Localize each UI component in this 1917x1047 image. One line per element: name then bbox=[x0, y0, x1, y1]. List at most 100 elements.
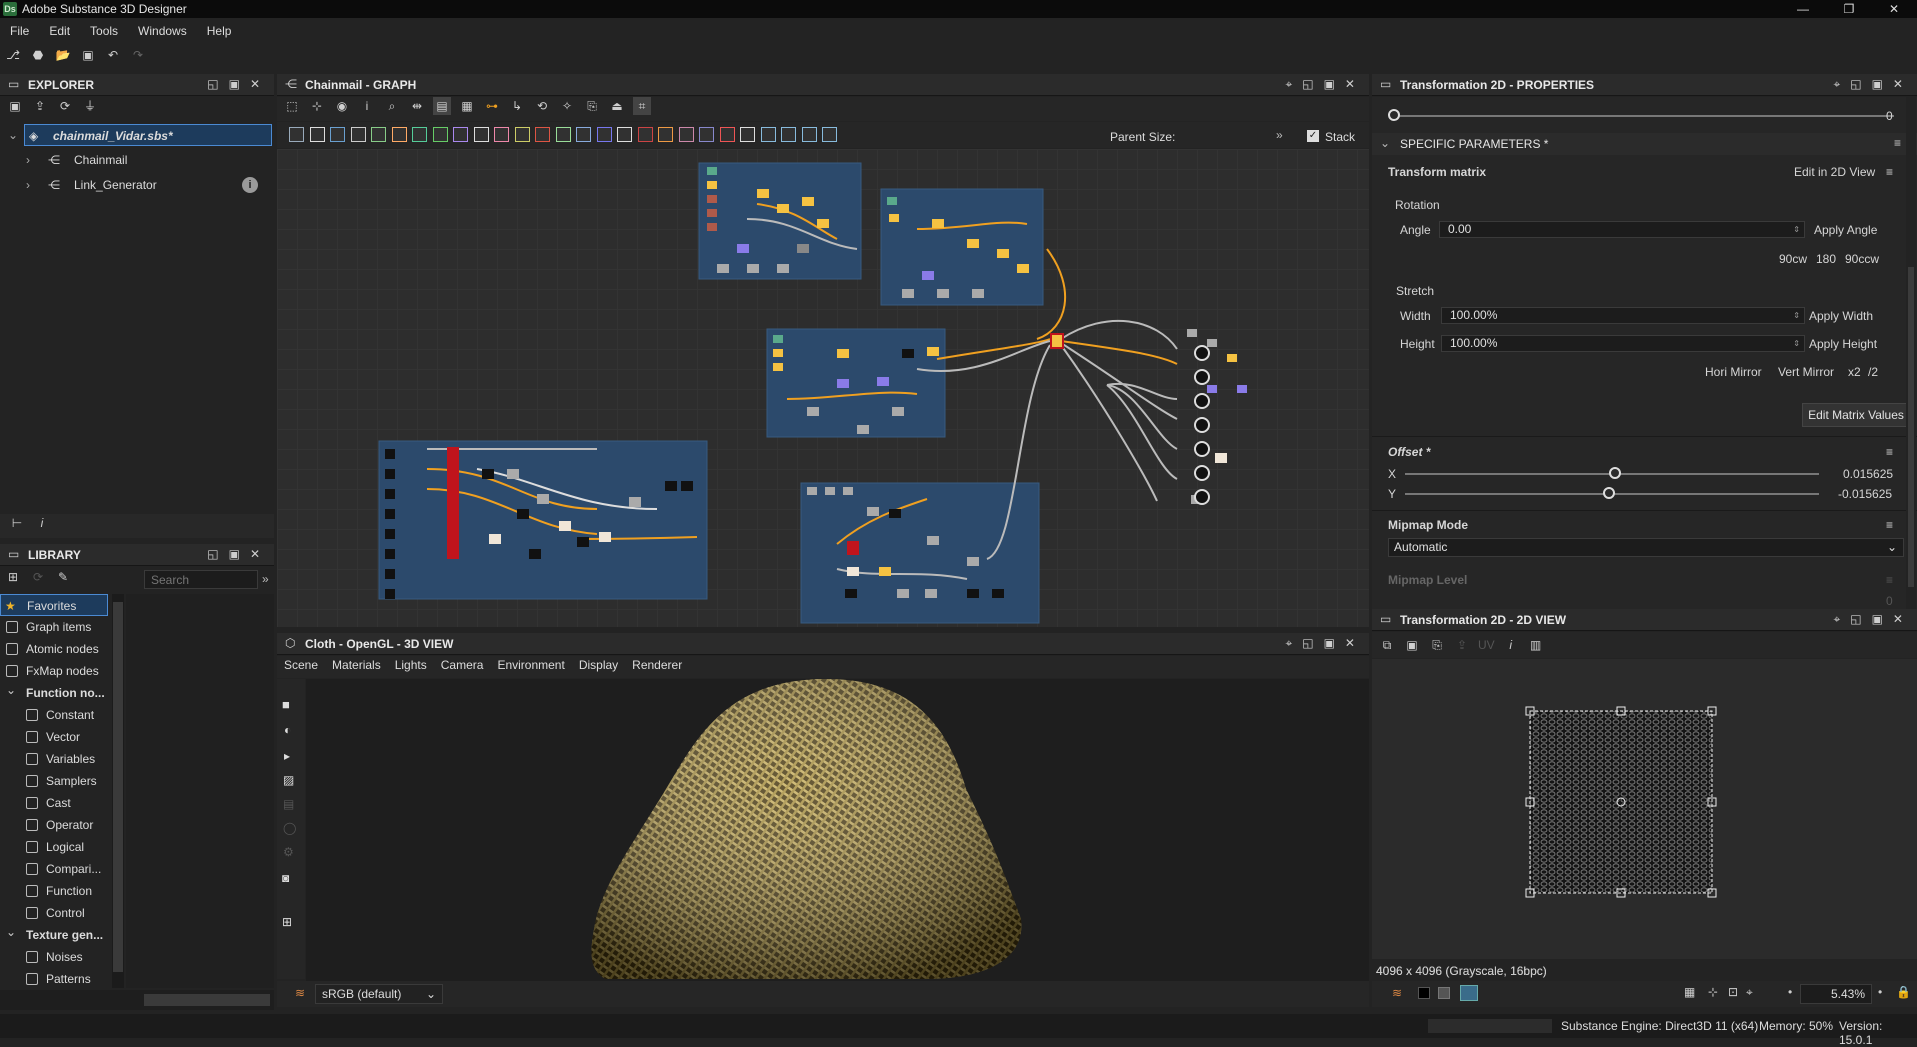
graph-node[interactable] bbox=[992, 589, 1004, 598]
graph-node[interactable] bbox=[972, 289, 984, 298]
graph-node[interactable] bbox=[707, 195, 717, 203]
hori-mirror-button[interactable]: Hori Mirror bbox=[1705, 365, 1762, 379]
panel-buttons[interactable]: ⌖◱▣✕ bbox=[1834, 77, 1914, 92]
div2-button[interactable]: /2 bbox=[1868, 365, 1878, 379]
spinner-icon[interactable]: ⇕ bbox=[1793, 336, 1800, 351]
rotate-90ccw-button[interactable]: 90ccw bbox=[1845, 252, 1879, 266]
lock-icon[interactable]: 🔒 bbox=[1896, 985, 1911, 999]
library-item[interactable]: Control bbox=[0, 902, 108, 924]
graph-node[interactable] bbox=[737, 244, 749, 253]
link-icon[interactable]: ⊶ bbox=[483, 97, 501, 115]
camera-icon[interactable]: ◉ bbox=[333, 97, 351, 115]
library-scrollbar[interactable] bbox=[112, 594, 124, 988]
uv-toggle[interactable]: UV bbox=[1478, 636, 1495, 654]
node-palette-icon[interactable] bbox=[801, 127, 817, 142]
node-palette-icon[interactable] bbox=[371, 127, 386, 142]
graph-node[interactable] bbox=[892, 407, 904, 416]
graph-node[interactable] bbox=[887, 197, 897, 205]
vert-mirror-button[interactable]: Vert Mirror bbox=[1778, 365, 1834, 379]
graph-node[interactable] bbox=[777, 204, 789, 213]
node-palette-icon[interactable] bbox=[535, 127, 550, 142]
duplicate-icon[interactable]: ⎘ bbox=[1428, 636, 1446, 654]
menu-icon[interactable]: ≡ bbox=[1886, 445, 1893, 459]
node-palette-icon[interactable] bbox=[617, 127, 632, 142]
chevron-down-icon[interactable]: ⌄ bbox=[1380, 136, 1390, 150]
export-icon[interactable]: ⎘ bbox=[583, 97, 601, 115]
view3d-viewport[interactable] bbox=[306, 679, 1369, 981]
wire-icon[interactable]: ↳ bbox=[508, 97, 526, 115]
graph-node[interactable] bbox=[932, 219, 944, 228]
view3d-menu-item[interactable]: Display bbox=[572, 656, 625, 674]
spinner-icon[interactable]: ⇕ bbox=[1793, 308, 1800, 323]
output-node[interactable] bbox=[1194, 441, 1210, 457]
package-item[interactable]: ◈ chainmail_Vidar.sbs* bbox=[24, 124, 272, 146]
node-palette-icon[interactable] bbox=[740, 127, 755, 142]
graph-node[interactable] bbox=[707, 181, 717, 189]
graph-node[interactable] bbox=[967, 557, 979, 566]
random-seed-knob[interactable] bbox=[1388, 109, 1400, 121]
snap-icon[interactable]: ⌗ bbox=[633, 97, 651, 115]
graph-node[interactable] bbox=[925, 589, 937, 598]
graph-node[interactable] bbox=[482, 469, 494, 479]
library-item[interactable]: ★ Favorites bbox=[0, 594, 108, 616]
graph-node[interactable] bbox=[967, 239, 979, 248]
graph-node[interactable] bbox=[385, 569, 395, 579]
width-input[interactable]: 100.00% ⇕ bbox=[1441, 307, 1805, 324]
graph-node[interactable] bbox=[747, 264, 759, 273]
library-hscroll[interactable] bbox=[0, 990, 274, 1010]
zoom-input[interactable]: 5.43% bbox=[1800, 984, 1872, 1004]
node-palette-icon[interactable] bbox=[822, 127, 837, 142]
pivot-icon[interactable]: ⊹ bbox=[1708, 985, 1718, 999]
graph-node[interactable] bbox=[681, 481, 693, 491]
rotate-180-button[interactable]: 180 bbox=[1816, 252, 1836, 266]
graph-node[interactable] bbox=[447, 447, 459, 559]
zoom-icon[interactable]: • bbox=[1788, 985, 1792, 999]
frame-icon[interactable]: ⬚ bbox=[283, 97, 301, 115]
node-palette-icon[interactable] bbox=[494, 127, 509, 142]
graph-node[interactable] bbox=[889, 509, 901, 518]
settings-icon[interactable]: ⚙ bbox=[283, 845, 294, 859]
graph-node[interactable] bbox=[773, 349, 783, 357]
node-palette-icon[interactable] bbox=[391, 127, 407, 142]
angle-input[interactable]: 0.00 ⇕ bbox=[1439, 221, 1805, 238]
frame-3[interactable] bbox=[766, 328, 946, 438]
node-palette-icon[interactable] bbox=[760, 127, 776, 142]
offset-x-value[interactable]: 0.015625 bbox=[1843, 467, 1893, 481]
graph-node[interactable] bbox=[717, 264, 729, 273]
output-node[interactable] bbox=[1194, 465, 1210, 481]
graph-node[interactable] bbox=[385, 449, 395, 459]
graph-node[interactable] bbox=[757, 189, 769, 198]
cycle-icon[interactable]: ⟲ bbox=[533, 97, 551, 115]
library-item[interactable]: Cast bbox=[0, 792, 108, 814]
export-icon[interactable]: ⇪ bbox=[1453, 636, 1471, 654]
library-item[interactable]: Operator bbox=[0, 814, 108, 836]
graph-node[interactable] bbox=[529, 549, 541, 559]
graph-node[interactable] bbox=[927, 536, 939, 545]
graph-node[interactable] bbox=[385, 469, 395, 479]
chevron-right-icon[interactable]: › bbox=[26, 149, 30, 171]
graph-node[interactable] bbox=[997, 249, 1009, 258]
graph-node[interactable] bbox=[777, 264, 789, 273]
view3d-menu-item[interactable]: Camera bbox=[434, 656, 491, 674]
publish-icon[interactable]: ⏏ bbox=[608, 97, 626, 115]
library-item[interactable]: Logical bbox=[0, 836, 108, 858]
explorer-item-link-generator[interactable]: › ⋲ Link_Generator i bbox=[0, 174, 272, 196]
graph-node[interactable] bbox=[1227, 354, 1237, 362]
menu-windows[interactable]: Windows bbox=[128, 22, 197, 40]
graph-node[interactable] bbox=[825, 487, 835, 495]
node-palette-icon[interactable] bbox=[658, 127, 673, 142]
graph-node[interactable] bbox=[385, 549, 395, 559]
graph-node[interactable] bbox=[867, 507, 879, 516]
chevron-right-icon[interactable]: » bbox=[262, 572, 269, 586]
spinner-icon[interactable]: ⇕ bbox=[1793, 222, 1800, 237]
layers-icon[interactable]: ▤ bbox=[283, 797, 294, 811]
node-palette-icon[interactable] bbox=[309, 127, 325, 142]
library-item[interactable]: Graph items bbox=[0, 616, 108, 638]
library-item[interactable]: Samplers bbox=[0, 770, 108, 792]
center-icon[interactable]: ⌖ bbox=[1746, 985, 1753, 1000]
colorspace-select[interactable]: sRGB (default) ⌄ bbox=[315, 984, 443, 1004]
node-palette-icon[interactable] bbox=[412, 127, 427, 142]
output-node[interactable] bbox=[1194, 489, 1210, 505]
graph-node[interactable] bbox=[837, 349, 849, 358]
graph-node[interactable] bbox=[927, 347, 939, 356]
